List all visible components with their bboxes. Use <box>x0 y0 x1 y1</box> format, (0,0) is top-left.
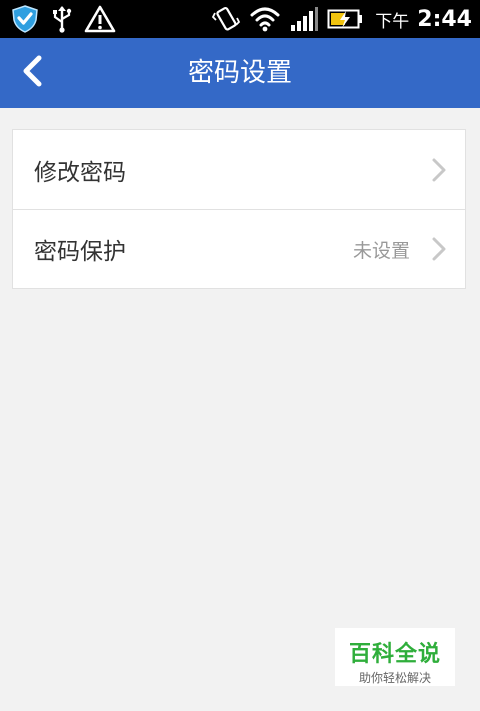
clock-time: 2:44 <box>417 6 472 32</box>
chevron-left-icon <box>20 54 44 92</box>
shield-icon <box>10 4 40 34</box>
status-left-icons <box>10 3 116 35</box>
wifi-icon <box>249 5 281 33</box>
signal-icon <box>289 5 319 33</box>
watermark-subtitle: 助你轻松解决 <box>358 671 431 685</box>
warning-icon <box>84 4 116 34</box>
time-period: 下午 <box>375 11 410 32</box>
back-button[interactable] <box>14 54 50 92</box>
vibrate-icon <box>211 4 241 34</box>
password-protection-status: 未设置 <box>352 239 410 262</box>
page-title: 密码设置 <box>187 58 292 88</box>
watermark-logo: 百科全说 助你轻松解决 <box>335 628 455 686</box>
watermark-title: 百科全说 <box>348 642 441 667</box>
password-protection-row[interactable]: 密码保护 未设置 <box>13 210 465 288</box>
battery-charging-icon <box>327 7 363 31</box>
status-bar: 下午 2:44 <box>0 0 480 38</box>
chevron-right-icon <box>431 210 447 288</box>
chevron-right-icon <box>431 130 447 209</box>
settings-list: 修改密码 密码保护 未设置 <box>12 129 466 289</box>
change-password-label: 修改密码 <box>34 159 126 186</box>
password-protection-label: 密码保护 <box>34 239 126 265</box>
change-password-row[interactable]: 修改密码 <box>13 130 465 210</box>
title-bar: 密码设置 <box>0 38 480 108</box>
usb-icon <box>50 4 74 34</box>
status-right-icons: 下午 2:44 <box>211 3 472 35</box>
